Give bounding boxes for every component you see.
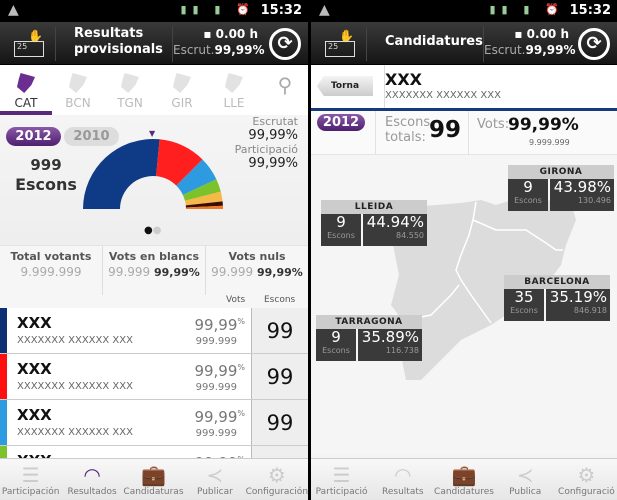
party-name: XXX: [385, 70, 423, 89]
party-row[interactable]: XXXXXXXXXX XXXXXX XXX 99,99%999.999 99: [0, 354, 308, 400]
nav-hemicycle[interactable]: ◠ Resultats: [372, 459, 433, 500]
region-tabs: CAT BCN TGN GIR LLE ⚲: [0, 65, 308, 115]
votes-label: Vots:: [477, 117, 510, 132]
votes-count: 9.999.999: [529, 138, 570, 147]
votes-percent: 99,99%: [508, 115, 579, 135]
girona-map-icon: [173, 73, 191, 93]
search-button[interactable]: ⚲: [262, 65, 308, 115]
tab-bcn[interactable]: BCN: [52, 65, 104, 115]
nav-hemicycle[interactable]: ◠ Resultados: [61, 459, 122, 500]
province-card-girona[interactable]: GIRONA 9 Escons 43.98% 130.496: [508, 165, 614, 211]
results-chart-area: 2012 2010 999 Escons ▼ Escrutat 99,99% Pa…: [0, 115, 308, 245]
vote-stats: Total votants 9.999.999 Vots en blancs 99.…: [0, 245, 308, 295]
total-seats: 999 Escons: [15, 156, 77, 194]
bottom-nav: ☰ Participación ◠ Resultados 💼 Candidaturas ≺ P…: [0, 458, 308, 500]
summary-stats: Escrutat 99,99% Participació 99,99%: [234, 115, 298, 171]
tab-cat[interactable]: CAT: [0, 65, 52, 115]
province-map: GIRONA 9 Escons 43.98% 130.496 LLEIDA 9 Esc…: [311, 155, 617, 455]
hemicycle-icon: ◠: [394, 463, 412, 487]
clock-icon: ▪: [203, 27, 216, 41]
party-summary: 2012 Escons totals: 99 Vots: 99,99% 9.99…: [311, 111, 617, 155]
province-card-barcelona[interactable]: BARCELONA 35 Escons 35.19% 846.918: [504, 275, 610, 321]
nav-gear[interactable]: ⚙ Configuración: [246, 459, 308, 500]
hemicycle-slice: [83, 139, 160, 209]
page-indicator[interactable]: ●●: [144, 225, 161, 236]
nav-briefcase[interactable]: 💼 Candidatures: [433, 459, 494, 500]
total-seats-value: 99: [429, 117, 462, 143]
warning-icon: ▲: [319, 2, 330, 18]
results-screen: ▲ ▮▮ ▮ ⏰ 15:32 ✋ 25 Resultats provisional…: [0, 0, 308, 500]
stat-total-voters: Total votants 9.999.999: [0, 246, 103, 295]
hemicycle-chart: ▼: [83, 129, 223, 209]
barcelona-map-icon: [69, 73, 87, 93]
year-2012-button[interactable]: 2012: [6, 127, 61, 146]
update-info: ▪ 0.00 h Escrut.99,99%: [483, 26, 575, 62]
party-seats: 99: [251, 400, 308, 445]
toggle-icon: ☰: [21, 463, 40, 487]
stat-blank-votes: Vots en blancs 99.999 99,99%: [103, 246, 206, 295]
toggle-icon: ☰: [332, 463, 351, 487]
party-row[interactable]: XXXXXXXXXX XXXXXX XXX 99,99%999.999 99: [0, 308, 308, 354]
nav-briefcase[interactable]: 💼 Candidaturas: [123, 459, 184, 500]
signal-battery-alarm-icons: ▮▮ ▮ ⏰: [489, 3, 565, 16]
refresh-button[interactable]: ⟳: [578, 28, 610, 60]
pointer-marker: ▼: [149, 129, 156, 138]
party-color-bar: [0, 354, 7, 399]
briefcase-icon: 💼: [451, 463, 477, 487]
tab-lle[interactable]: LLE: [208, 65, 260, 115]
party-full-name: XXXXXXX XXXXXX XXX: [385, 90, 501, 101]
header-title: Candidatures: [385, 34, 483, 49]
app-header: ✋ 25 Candidatures ▪ 0.00 h Escrut.99,99% …: [311, 22, 617, 65]
hemicycle-icon: ◠: [83, 463, 101, 487]
update-info: ▪ 0.00 h Escrut.99,99%: [172, 26, 264, 62]
clock: 15:32: [569, 3, 611, 18]
app-header: ✋ 25 Resultats provisionals ▪ 0.00 h Escr…: [0, 22, 308, 65]
nav-toggle[interactable]: ☰ Participació: [311, 459, 372, 500]
warning-icon: ▲: [8, 2, 19, 18]
nav-toggle[interactable]: ☰ Participación: [0, 459, 61, 500]
signal-battery-alarm-icons: ▮▮ ▮ ⏰: [180, 3, 256, 16]
nav-share[interactable]: ≺ Publica: [495, 459, 556, 500]
clock: 15:32: [260, 3, 302, 18]
refresh-button[interactable]: ⟳: [269, 28, 301, 60]
column-headers: Vots Escons: [0, 295, 308, 308]
province-card-lleida[interactable]: LLEIDA 9 Escons 44.94% 84.550: [321, 200, 427, 246]
party-header: Torna XXX XXXXXXX XXXXXX XXX: [311, 65, 617, 111]
total-seats-label: Escons totals:: [385, 115, 431, 145]
ballot-box-logo: ✋ 25: [6, 27, 56, 61]
briefcase-icon: 💼: [141, 463, 166, 487]
nav-share[interactable]: ≺ Publicar: [184, 459, 245, 500]
catalonia-map-icon: [17, 73, 35, 93]
tab-gir[interactable]: GIR: [156, 65, 208, 115]
share-icon: ≺: [516, 463, 534, 487]
share-icon: ≺: [206, 463, 224, 487]
status-bar: ▲ ▮▮ ▮ ⏰ 15:32: [0, 0, 308, 22]
tarragona-map-icon: [121, 73, 139, 93]
header-title: Resultats provisionals: [74, 26, 163, 57]
province-card-tarragona[interactable]: TARRAGONA 9 Escons 35.89% 116.738: [316, 315, 422, 361]
party-seats: 99: [251, 308, 308, 353]
tab-tgn[interactable]: TGN: [104, 65, 156, 115]
lleida-map-icon: [225, 73, 243, 93]
back-button[interactable]: Torna: [317, 76, 373, 96]
party-seats: 99: [251, 354, 308, 399]
gear-icon: ⚙: [577, 463, 596, 487]
stat-null-votes: Vots nuls 99.999 99,99%: [211, 250, 303, 279]
gear-icon: ⚙: [267, 463, 286, 487]
party-color-bar: [0, 308, 7, 353]
party-row[interactable]: XXXXXXXXXX XXXXXX XXX 99,99%999.999 99: [0, 400, 308, 446]
bottom-nav: ☰ Participació ◠ Resultats 💼 Candidatures ≺ Pub…: [311, 458, 617, 500]
status-bar: ▲ ▮▮ ▮ ⏰ 15:32: [311, 0, 617, 22]
year-2012-button[interactable]: 2012: [317, 114, 365, 131]
clock-icon: ▪: [514, 27, 527, 41]
nav-gear[interactable]: ⚙ Configuració: [556, 459, 617, 500]
party-color-bar: [0, 400, 7, 445]
candidature-screen: ▲ ▮▮ ▮ ⏰ 15:32 ✋ 25 Candidatures ▪ 0.00 h…: [311, 0, 617, 500]
ballot-box-logo: ✋ 25: [317, 27, 367, 61]
search-icon: ⚲: [277, 73, 293, 97]
